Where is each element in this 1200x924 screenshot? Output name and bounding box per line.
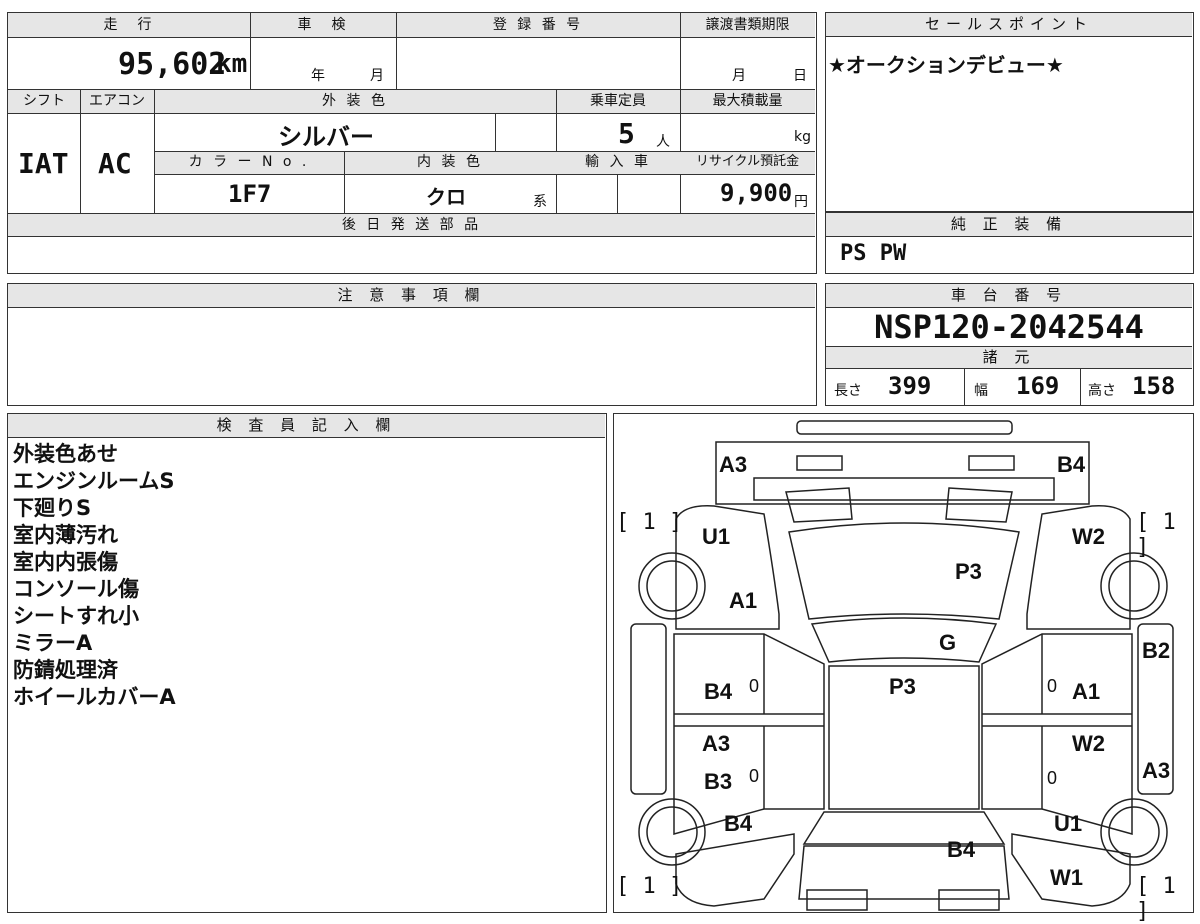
bracket-rear-right: [ 1 ] [1136, 874, 1176, 924]
code-w2-right-door: W2 [1072, 731, 1105, 756]
note-line: エンジンルームS [13, 469, 175, 493]
specs-label: 諸 元 [826, 347, 1192, 369]
code-w2-right: W2 [1072, 524, 1105, 549]
code-a1-left: A1 [729, 588, 758, 613]
mileage-value: 95,602 [118, 47, 227, 82]
note-line: ホイールカバーA [13, 685, 176, 709]
code-b4-left-door: B4 [704, 679, 733, 704]
note-line: 室内薄汚れ [13, 523, 118, 547]
oem-equipment-text: PS PW [840, 241, 907, 266]
note-line: 外装色あせ [13, 442, 118, 466]
code-b4-rear: B4 [947, 837, 976, 862]
interior-color-label: 内 装 色 [417, 154, 483, 170]
note-line: 室内内張傷 [13, 550, 118, 574]
height-label: 高さ [1088, 383, 1116, 399]
registration-label: 登 録 番 号 [492, 17, 584, 33]
shift-label: シフト [23, 93, 65, 109]
code-b4-left-rear: B4 [724, 811, 753, 836]
ac-label: エアコン [89, 93, 145, 109]
caution-label: 注 意 事 項 欄 [8, 284, 815, 308]
chassis-number: NSP120-2042544 [874, 308, 1144, 346]
capacity-value: 5 [618, 117, 635, 150]
code-g-glass: G [939, 630, 957, 655]
note-line: 下廻りS [13, 496, 92, 520]
width-label: 幅 [974, 383, 988, 399]
code-w1-rear: W1 [1050, 865, 1083, 890]
code-u1-right-rear: U1 [1054, 811, 1083, 836]
note-line: ミラーA [13, 631, 93, 655]
transfer-day-unit: 日 [793, 68, 807, 84]
inspection-label: 車 検 [297, 17, 349, 33]
note-line: 防錆処理済 [13, 658, 118, 682]
length-value: 399 [888, 372, 932, 400]
note-line: シートすれ小 [13, 604, 139, 628]
caution-box: 注 意 事 項 欄 [7, 283, 817, 406]
inspector-label: 検 査 員 記 入 欄 [8, 414, 605, 438]
ac-value: AC [98, 147, 132, 180]
code-u1-left: U1 [702, 524, 731, 549]
interior-color-value: クロ [426, 185, 466, 209]
import-label: 輸 入 車 [585, 154, 651, 170]
bracket-front-left: [ 1 ] [616, 510, 683, 535]
code-zero-3: 0 [749, 766, 760, 786]
damage-diagram-box: [ 1 ] [ 1 ] [ 1 ] [ 1 ] A3 B4 U1 W2 A1 P… [613, 413, 1194, 924]
oem-equipment-label: 純 正 装 備 [826, 213, 1192, 237]
code-p3-hood: P3 [955, 559, 982, 584]
code-zero-4: 0 [1047, 768, 1058, 788]
width-value: 169 [1016, 372, 1060, 400]
code-b3-left: B3 [704, 769, 733, 794]
chassis-box: 車 台 番 号 NSP120-2042544 諸 元 長さ 399 幅 169 … [825, 283, 1194, 406]
height-value: 158 [1132, 372, 1176, 400]
mileage-label: 走 行 [103, 17, 155, 33]
later-parts-label: 後 日 発 送 部 品 [341, 217, 482, 233]
exterior-color-label: 外 装 色 [322, 93, 388, 109]
capacity-unit: 人 [656, 134, 670, 150]
car-outline-diagram [630, 420, 1174, 911]
recycle-fee-value: 9,900 [720, 179, 793, 207]
code-b2-right: B2 [1142, 638, 1171, 663]
vehicle-info-table: 走 行 車 検 登 録 番 号 譲渡書類期限 95,602 km 年 月 月 日… [7, 12, 817, 274]
recycle-label: リサイクル預託金 [695, 154, 800, 169]
inspector-box: 検 査 員 記 入 欄 外装色あせ エンジンルームS 下廻りS 室内薄汚れ 室内… [7, 413, 607, 913]
code-a3-top: A3 [719, 452, 748, 477]
color-no-value: 1F7 [228, 180, 272, 208]
bracket-rear-left: [ 1 ] [616, 874, 683, 899]
note-line: コンソール傷 [13, 577, 139, 601]
max-load-unit: kg [794, 129, 811, 145]
sales-point-label: セールスポイント [826, 13, 1192, 37]
sales-point-text: ★オークションデビュー★ [828, 53, 1064, 77]
inspection-month-unit: 月 [370, 68, 384, 84]
chassis-label: 車 台 番 号 [826, 284, 1192, 308]
code-a3-left-door: A3 [702, 731, 731, 756]
code-zero-1: 0 [749, 676, 760, 696]
code-b4-top: B4 [1057, 452, 1086, 477]
inspection-year-unit: 年 [311, 68, 325, 84]
bracket-front-right: [ 1 ] [1136, 510, 1176, 560]
code-a1-right-door: A1 [1072, 679, 1101, 704]
code-a3-right: A3 [1142, 758, 1171, 783]
code-zero-2: 0 [1047, 676, 1058, 696]
code-p3-roof: P3 [889, 674, 916, 699]
max-load-label: 最大積載量 [712, 93, 783, 109]
exterior-color-value: シルバー [278, 123, 374, 151]
oem-equipment-box: 純 正 装 備 PS PW [825, 212, 1194, 274]
interior-color-suffix: 系 [533, 194, 547, 210]
capacity-label: 乗車定員 [590, 93, 646, 109]
transfer-month-unit: 月 [732, 68, 746, 84]
color-no-label: カ ラ ー N o . [188, 154, 310, 170]
length-label: 長さ [834, 383, 862, 399]
mileage-unit: km [216, 49, 248, 79]
recycle-unit: 円 [794, 194, 808, 210]
shift-value: IAT [18, 147, 69, 180]
transfer-deadline-label: 譲渡書類期限 [705, 17, 790, 33]
inspector-notes: 外装色あせ エンジンルームS 下廻りS 室内薄汚れ 室内内張傷 コンソール傷 シ… [13, 441, 176, 711]
sales-point-box: セールスポイント ★オークションデビュー★ [825, 12, 1194, 212]
